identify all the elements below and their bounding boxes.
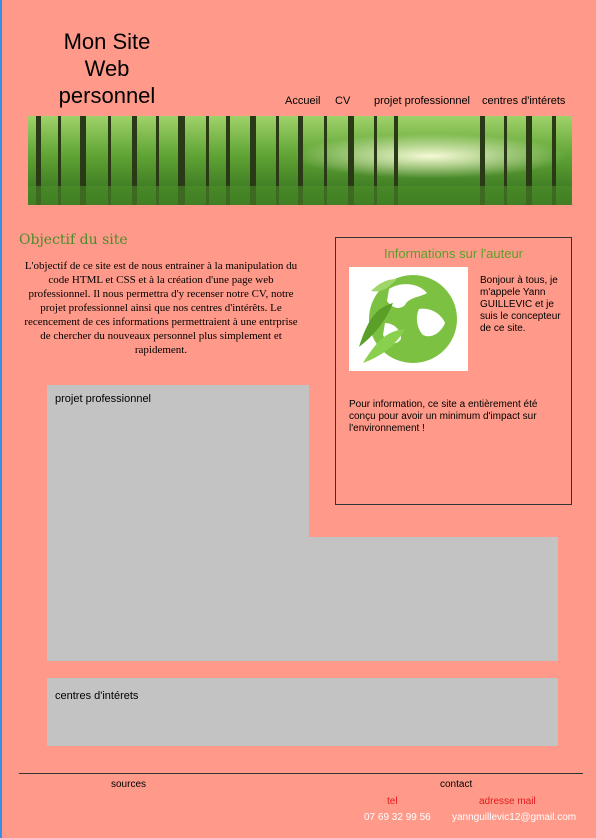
forest-banner-image — [28, 116, 572, 205]
footer-tel-label: tel — [387, 796, 398, 807]
projet-panel-bottom — [47, 537, 558, 661]
footer-mail-label: adresse mail — [479, 796, 536, 807]
centres-panel — [47, 678, 558, 746]
projet-section-title: projet professionnel — [55, 393, 152, 405]
nav-link-accueil[interactable]: Accueil — [285, 95, 320, 107]
nav-link-cv[interactable]: CV — [335, 95, 350, 107]
author-info-box: Informations sur l'auteur Bonjour à tous… — [335, 237, 572, 505]
site-title-line-2: Web — [84, 56, 130, 81]
footer-contact: contact — [440, 779, 473, 790]
footer-mail-value[interactable]: yannguillevic12@gmail.com — [452, 812, 576, 823]
green-earth-icon — [349, 267, 468, 371]
author-note-text: Pour information, ce site a entièrement … — [349, 399, 538, 434]
main-nav: Accueil CV projet professionnel centres … — [2, 95, 596, 109]
author-intro-text: Bonjour à tous, je m'appele Yann GUILLEV… — [480, 275, 561, 334]
footer-tel-value: 07 69 32 99 56 — [364, 812, 431, 823]
objectif-title: Objectif du site — [19, 232, 128, 248]
objectif-text: L'objectif de ce site est de nous entrai… — [24, 260, 298, 356]
site-title-line-1: Mon Site — [63, 29, 151, 54]
nav-link-centres[interactable]: centres d'intérets — [482, 95, 565, 107]
centres-section-title: centres d'intérets — [55, 690, 139, 702]
author-title: Informations sur l'auteur — [383, 246, 524, 261]
footer-sources[interactable]: sources — [111, 779, 146, 790]
projet-panel-top — [47, 385, 309, 537]
nav-link-projet[interactable]: projet professionnel — [374, 95, 470, 107]
footer-divider — [19, 773, 583, 774]
